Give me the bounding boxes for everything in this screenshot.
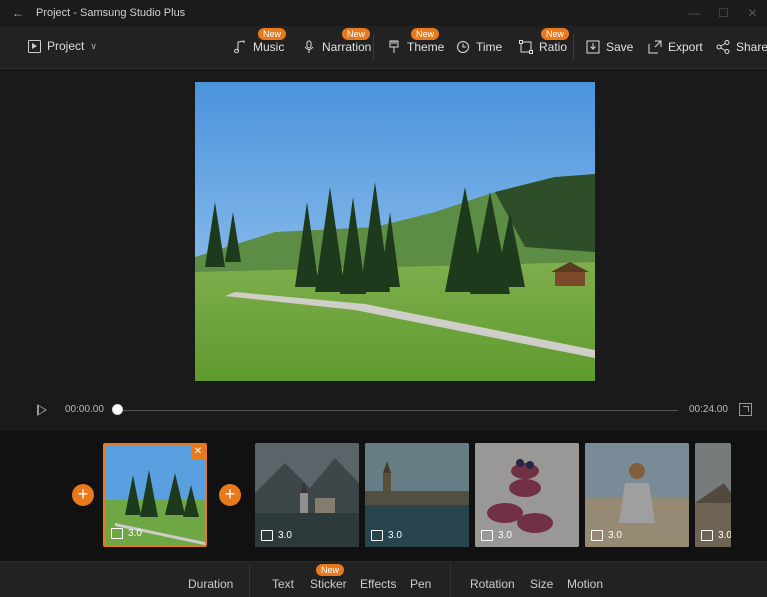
clip-duration: 3.0	[371, 530, 402, 541]
clip-duration: 3.0	[591, 530, 622, 541]
ratio-new-badge: New	[541, 28, 570, 40]
image-icon	[481, 530, 493, 541]
music-button[interactable]: Music New	[233, 28, 287, 60]
microphone-icon	[302, 40, 316, 54]
current-time: 00:00.00	[65, 404, 104, 415]
image-icon	[111, 528, 123, 539]
music-label: Music	[253, 40, 285, 54]
project-menu[interactable]: Project ∨	[28, 39, 97, 53]
clip-duration: 3.0	[481, 530, 512, 541]
music-new-badge: New	[258, 28, 287, 40]
ratio-crop-icon	[519, 40, 533, 54]
clock-icon	[456, 40, 470, 54]
theme-button[interactable]: Theme New	[387, 28, 445, 60]
download-save-icon	[586, 40, 600, 54]
save-button[interactable]: Save	[586, 34, 633, 60]
clip-duration-value: 3.0	[128, 528, 142, 539]
timeline-clip-6[interactable]: 3.0	[695, 443, 731, 547]
share-button[interactable]: Share	[716, 34, 767, 60]
clip-duration-value: 3.0	[718, 530, 731, 541]
scrubber-handle[interactable]	[112, 404, 123, 415]
tab-pen[interactable]: Pen	[410, 577, 431, 591]
back-arrow-icon[interactable]: ←	[0, 6, 36, 20]
timeline-clip-2[interactable]: 3.0	[255, 443, 359, 547]
scrubber-track[interactable]	[118, 410, 678, 411]
image-icon	[371, 530, 383, 541]
clip-duration: 3.0	[701, 530, 731, 541]
music-note-icon	[233, 40, 247, 54]
maximize-icon[interactable]: ☐	[709, 6, 738, 20]
window-controls: — ☐ ✕	[680, 6, 767, 20]
narration-new-badge: New	[342, 28, 371, 40]
window-title: Project - Samsung Studio Plus	[36, 7, 186, 19]
main-toolbar: Project ∨ Music New Narration New Theme …	[0, 26, 767, 69]
time-label: Time	[476, 40, 503, 54]
clip-duration-value: 3.0	[498, 530, 512, 541]
image-icon	[701, 530, 713, 541]
preview-image	[195, 82, 595, 381]
brush-icon	[387, 40, 401, 54]
clip-duration-value: 3.0	[388, 530, 402, 541]
tab-motion[interactable]: Motion	[567, 577, 603, 591]
timeline-clip-4[interactable]: 3.0	[475, 443, 579, 547]
tab-duration[interactable]: Duration	[188, 577, 233, 591]
timeline-clip-3[interactable]: 3.0	[365, 443, 469, 547]
narration-label: Narration	[322, 40, 372, 54]
share-label: Share	[736, 40, 767, 54]
minimize-icon[interactable]: —	[680, 6, 709, 20]
clip-duration-value: 3.0	[278, 530, 292, 541]
add-clip-after-button[interactable]: +	[219, 484, 241, 506]
clip-duration: 3.0	[111, 528, 142, 539]
tab-size[interactable]: Size	[530, 577, 553, 591]
theme-new-badge: New	[411, 28, 440, 40]
narration-button[interactable]: Narration New	[302, 28, 372, 60]
share-icon	[716, 40, 730, 54]
remove-clip-icon[interactable]: ✕	[191, 445, 205, 459]
project-icon	[28, 39, 41, 53]
export-label: Export	[668, 40, 703, 54]
playback-bar: 00:00.00 00:24.00	[0, 399, 767, 423]
ratio-label: Ratio	[539, 40, 568, 54]
title-bar: ← Project - Samsung Studio Plus — ☐ ✕	[0, 0, 767, 26]
tab-divider	[249, 563, 250, 597]
add-clip-before-button[interactable]: +	[72, 484, 94, 506]
timeline-clip-1[interactable]: ✕ 3.0	[103, 443, 207, 547]
image-icon	[591, 530, 603, 541]
tab-sticker[interactable]: Sticker	[310, 577, 347, 591]
total-time: 00:24.00	[689, 404, 728, 415]
save-label: Save	[606, 40, 634, 54]
play-icon[interactable]	[37, 404, 47, 416]
edit-tabs-bar: Duration Text Sticker New Effects Pen Ro…	[0, 561, 767, 597]
tab-rotation[interactable]: Rotation	[470, 577, 515, 591]
close-window-icon[interactable]: ✕	[738, 6, 767, 20]
project-label: Project	[47, 39, 85, 53]
clip-duration-value: 3.0	[608, 530, 622, 541]
timeline-strip: + ✕ 3.0 + 3.0 3.0 3.0 3.0 3.0	[0, 431, 767, 561]
toolbar-divider	[373, 34, 374, 60]
time-button[interactable]: Time	[456, 34, 502, 60]
tab-divider	[450, 563, 451, 597]
image-icon	[261, 530, 273, 541]
tab-text[interactable]: Text	[272, 577, 294, 591]
ratio-button[interactable]: Ratio New	[519, 28, 570, 60]
clip-duration: 3.0	[261, 530, 292, 541]
tab-effects[interactable]: Effects	[360, 577, 396, 591]
preview-area: 00:00.00 00:24.00	[0, 69, 767, 431]
toolbar-divider	[573, 34, 574, 60]
export-icon	[648, 40, 662, 54]
export-button[interactable]: Export	[648, 34, 703, 60]
timeline-clip-5[interactable]: 3.0	[585, 443, 689, 547]
sticker-new-badge: New	[316, 564, 345, 576]
fullscreen-icon[interactable]	[739, 403, 752, 416]
chevron-down-icon: ∨	[90, 40, 97, 51]
theme-label: Theme	[407, 40, 445, 54]
